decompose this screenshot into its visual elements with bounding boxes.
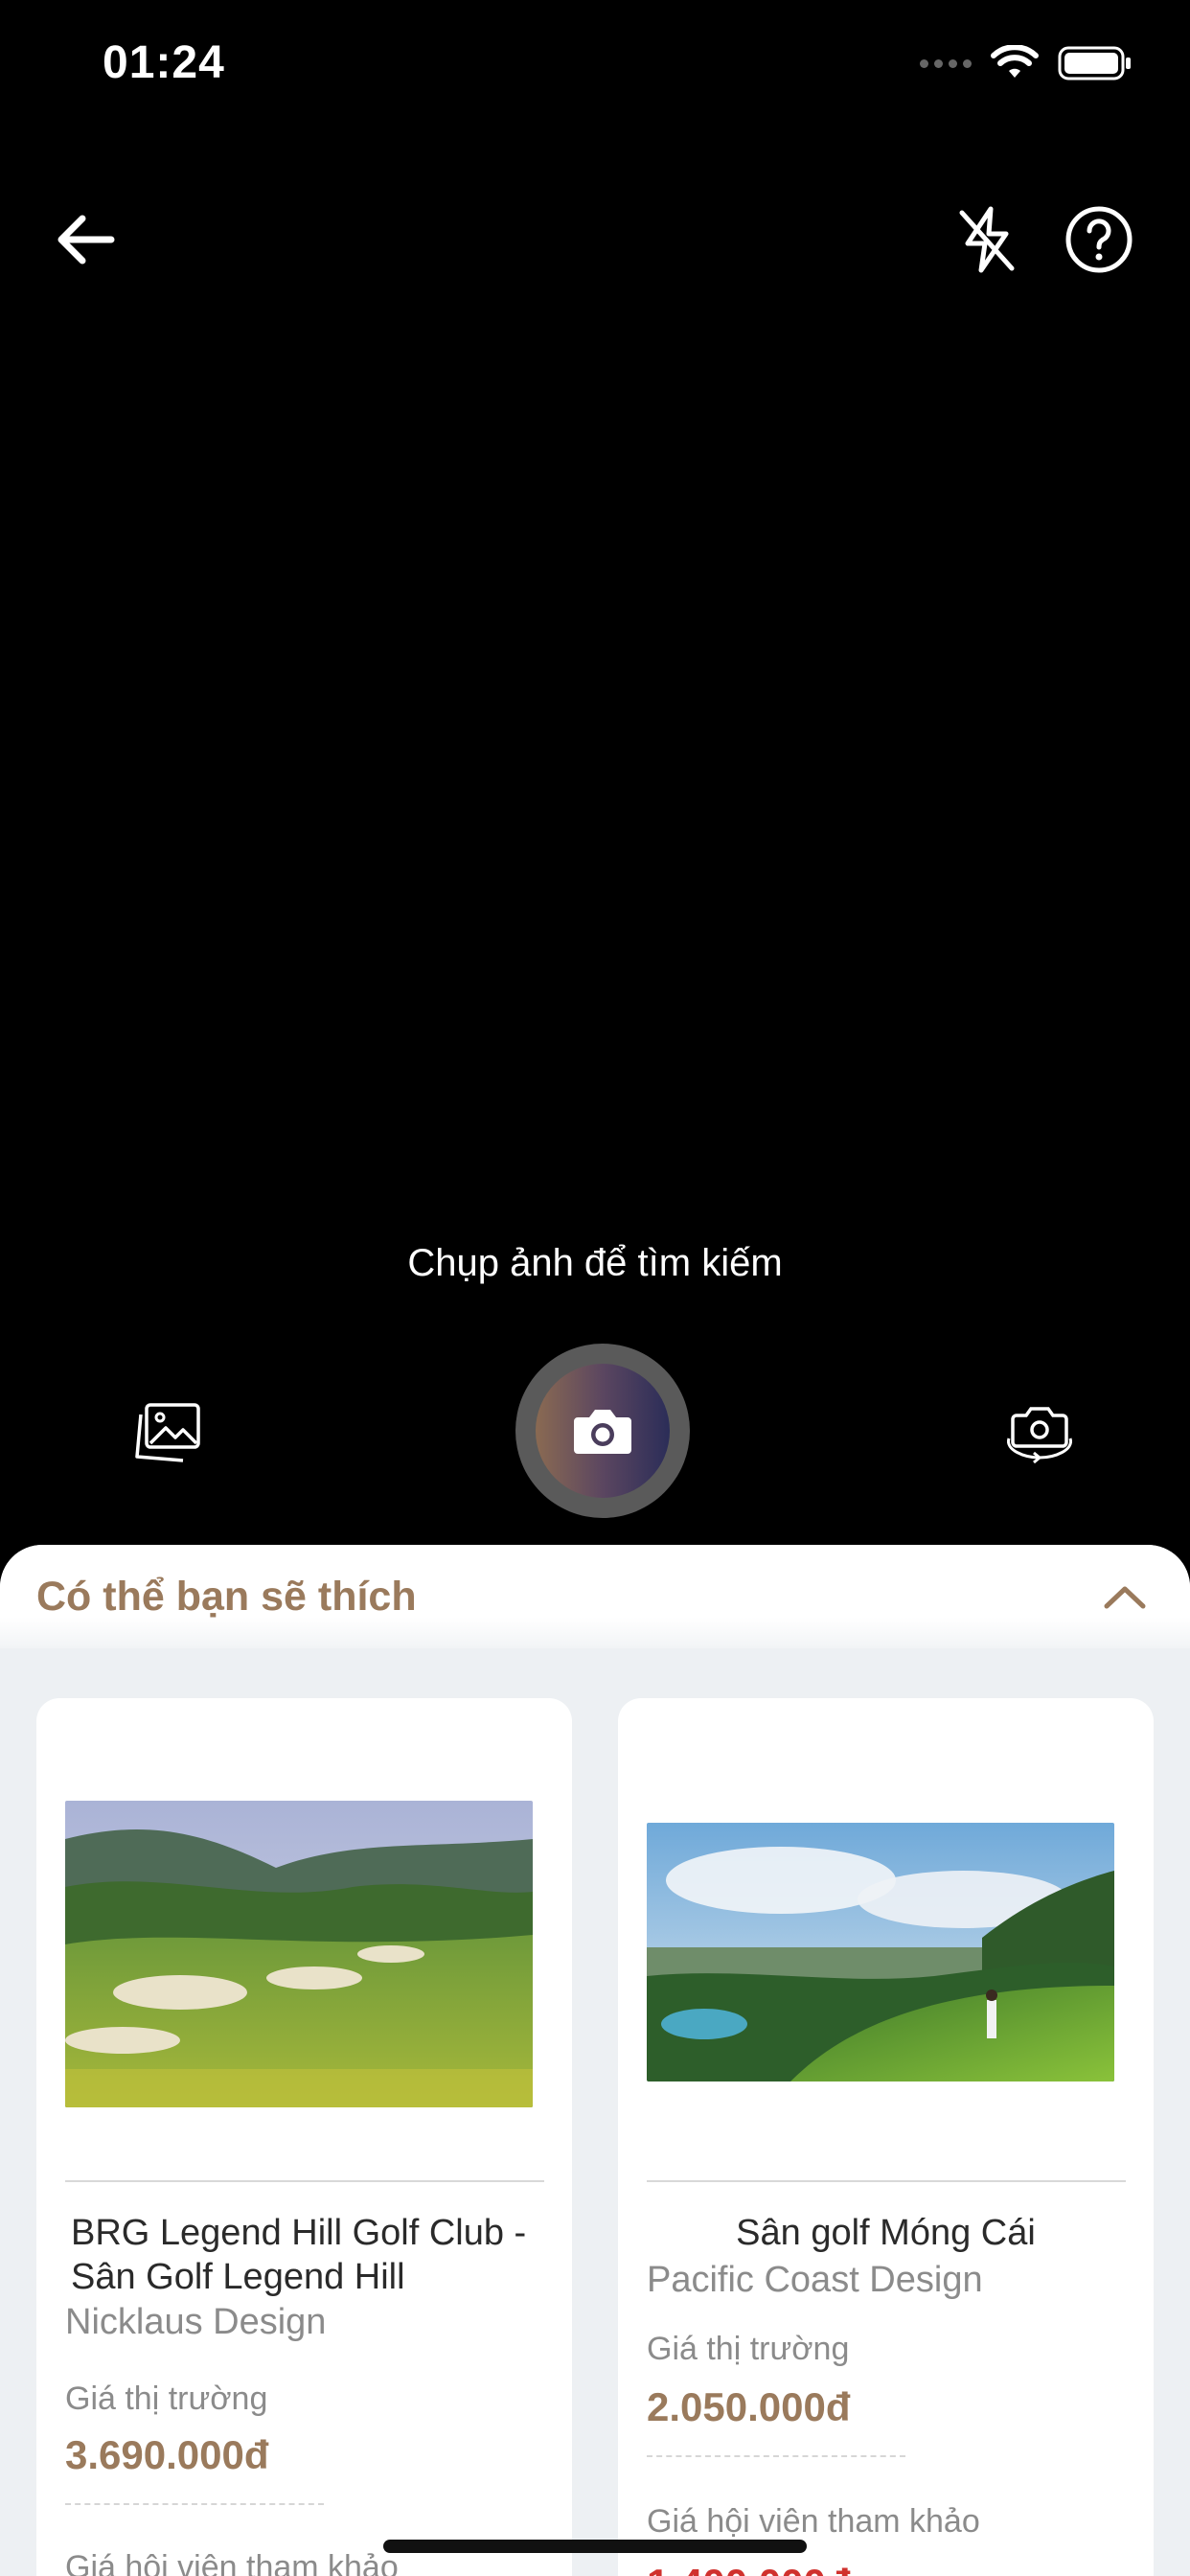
help-button[interactable]: [1056, 196, 1142, 283]
suggestions-sheet: Có thể bạn sẽ thích BRG Legend Hill Golf…: [0, 1545, 1190, 2576]
sheet-title: Có thể bạn sẽ thích: [36, 1573, 417, 1620]
gallery-icon: [135, 1403, 200, 1462]
member-price-label: Giá hội viên tham khảo: [65, 2549, 399, 2576]
golf-course-card[interactable]: BRG Legend Hill Golf Club - Sân Golf Leg…: [36, 1698, 572, 2576]
course-name: Sân golf Móng Cái: [736, 2213, 1036, 2253]
shutter-button[interactable]: [515, 1344, 690, 1518]
arrow-left-icon: [57, 215, 115, 264]
switch-camera-icon: [1007, 1407, 1072, 1463]
market-price: 3.690.000đ: [65, 2432, 269, 2477]
course-image: [647, 1823, 1114, 2082]
course-name: BRG Legend Hill Golf Club - Sân Golf Leg…: [71, 2213, 527, 2297]
status-icons: [920, 42, 1133, 84]
flash-off-icon: [959, 206, 1015, 273]
market-price-label: Giá thị trường: [65, 2380, 268, 2417]
cellular-signal-icon: [920, 58, 972, 68]
chevron-up-icon: [1104, 1586, 1146, 1609]
card-divider: [647, 2180, 1126, 2182]
golf-course-card[interactable]: Sân golf Móng Cái Pacific Coast Design G…: [618, 1698, 1154, 2576]
suggestion-list: BRG Legend Hill Golf Club - Sân Golf Leg…: [36, 1698, 1154, 2576]
gallery-button[interactable]: [125, 1390, 211, 1476]
home-indicator: [383, 2540, 807, 2553]
camera-icon: [574, 1410, 631, 1454]
course-designer: Nicklaus Design: [65, 2302, 327, 2342]
flash-toggle-button[interactable]: [944, 196, 1030, 283]
battery-icon: [1058, 46, 1131, 80]
help-circle-icon: [1065, 206, 1133, 273]
course-designer: Pacific Coast Design: [647, 2260, 983, 2300]
market-price: 2.050.000đ: [647, 2384, 851, 2429]
course-image: [65, 1801, 533, 2107]
price-separator: [647, 2455, 905, 2457]
wifi-icon: [991, 45, 1039, 78]
market-price-label: Giá thị trường: [647, 2331, 850, 2367]
switch-camera-button[interactable]: [996, 1390, 1083, 1476]
member-price-label: Giá hội viên tham khảo: [647, 2503, 980, 2540]
status-time: 01:24: [103, 37, 225, 88]
sheet-header: Có thể bạn sẽ thích: [0, 1545, 1190, 1648]
member-price: 1.400.000đ: [647, 2561, 851, 2576]
capture-hint: Chụp ảnh để tìm kiếm: [407, 1242, 783, 1284]
shutter-inner: [536, 1364, 670, 1498]
card-divider: [65, 2180, 544, 2182]
collapse-button[interactable]: [1096, 1568, 1154, 1625]
price-separator: [65, 2503, 324, 2505]
back-button[interactable]: [43, 196, 129, 283]
